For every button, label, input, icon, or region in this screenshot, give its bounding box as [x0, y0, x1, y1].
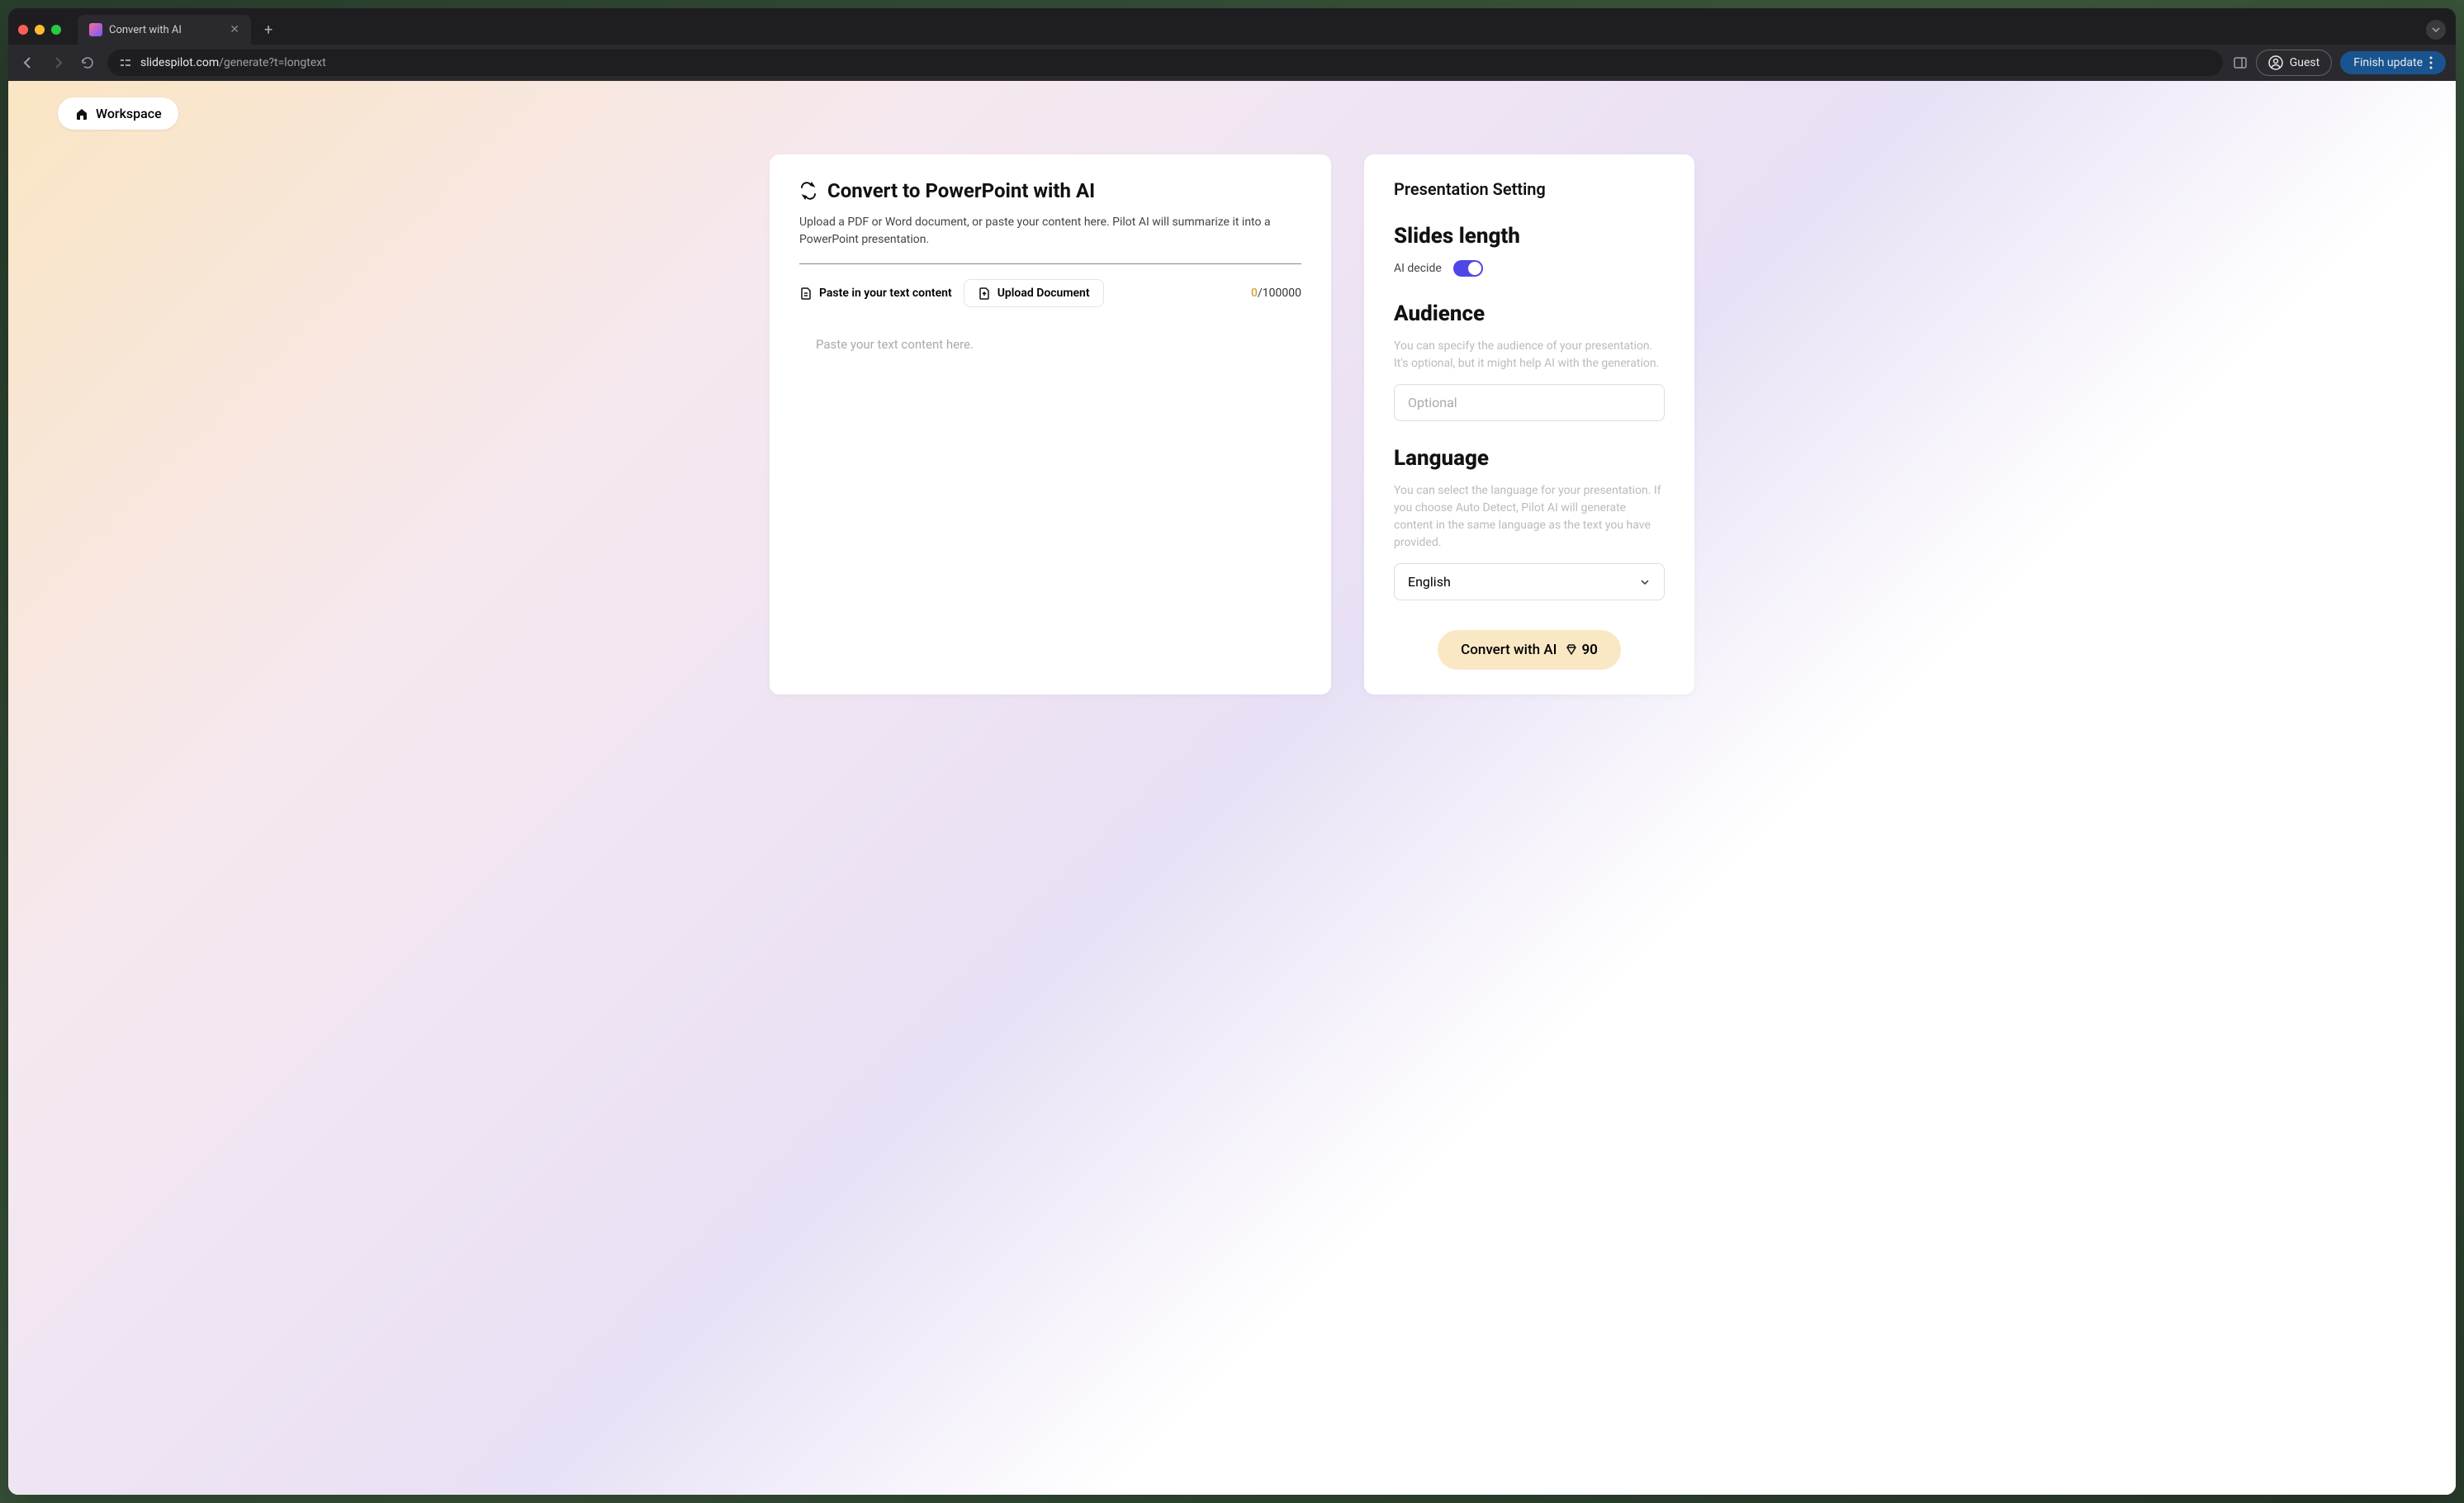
document-icon [799, 287, 813, 300]
page-subtitle: Upload a PDF or Word document, or paste … [799, 214, 1301, 249]
url-field[interactable]: slidespilot.com/generate?t=longtext [107, 50, 2223, 76]
language-select[interactable]: English [1394, 563, 1665, 600]
close-window-button[interactable] [18, 25, 28, 35]
workspace-label: Workspace [96, 106, 162, 121]
window-controls [18, 25, 61, 35]
url-bar: slidespilot.com/generate?t=longtext Gues… [8, 45, 2456, 81]
convert-label: Convert with AI [1461, 642, 1557, 658]
back-button[interactable] [18, 53, 38, 73]
convert-panel: Convert to PowerPoint with AI Upload a P… [770, 154, 1331, 695]
input-method-tabs: Paste in your text content Upload Docume… [799, 279, 1301, 307]
site-settings-icon[interactable] [119, 56, 132, 69]
profile-button[interactable]: Guest [2256, 50, 2332, 76]
chevron-down-icon [1639, 576, 1651, 588]
reload-button[interactable] [78, 53, 97, 73]
convert-cost: 90 [1565, 642, 1597, 658]
workspace-button[interactable]: Workspace [58, 97, 178, 130]
character-count: 0/100000 [1251, 287, 1301, 300]
content-textarea[interactable] [799, 320, 1301, 634]
browser-tab[interactable]: Convert with AI ✕ [78, 15, 251, 45]
toggle-knob [1468, 262, 1481, 275]
finish-update-button[interactable]: Finish update [2340, 51, 2446, 74]
page-content: Workspace Convert to PowerPoint with AI … [8, 81, 2456, 1495]
language-section: Language You can select the language for… [1394, 446, 1665, 600]
arrow-right-icon [50, 55, 65, 70]
language-heading: Language [1394, 446, 1665, 471]
user-icon [2268, 55, 2283, 70]
profile-label: Guest [2290, 56, 2319, 69]
more-icon [2429, 56, 2433, 69]
audience-section: Audience You can specify the audience of… [1394, 301, 1665, 421]
finish-update-label: Finish update [2353, 56, 2423, 69]
browser-window: Convert with AI ✕ + slidespilot.com/gene… [8, 8, 2456, 1495]
audience-heading: Audience [1394, 301, 1665, 326]
diamond-icon [1565, 643, 1578, 657]
divider [799, 263, 1301, 264]
tab-bar: Convert with AI ✕ + [8, 8, 2456, 45]
upload-icon [978, 287, 991, 300]
page-title: Convert to PowerPoint with AI [799, 179, 1301, 202]
reload-icon [80, 55, 95, 70]
url-text: slidespilot.com/generate?t=longtext [140, 56, 326, 69]
maximize-window-button[interactable] [51, 25, 61, 35]
audience-input[interactable] [1394, 384, 1665, 421]
close-tab-button[interactable]: ✕ [230, 23, 239, 36]
new-tab-button[interactable]: + [258, 18, 279, 42]
side-panel-button[interactable] [2233, 55, 2248, 70]
upload-document-tab[interactable]: Upload Document [964, 279, 1104, 307]
tab-favicon [89, 23, 102, 36]
language-selected: English [1408, 574, 1451, 590]
tabs-dropdown-button[interactable] [2426, 20, 2446, 40]
language-description: You can select the language for your pre… [1394, 482, 1665, 552]
arrow-left-icon [21, 55, 36, 70]
convert-icon [799, 182, 817, 200]
ai-decide-label: AI decide [1394, 262, 1442, 275]
home-icon [74, 107, 89, 121]
tab-title: Convert with AI [109, 24, 223, 36]
audience-description: You can specify the audience of your pre… [1394, 338, 1665, 372]
slides-length-section: Slides length AI decide [1394, 224, 1665, 277]
paste-text-tab[interactable]: Paste in your text content [799, 280, 952, 306]
forward-button[interactable] [48, 53, 68, 73]
settings-title: Presentation Setting [1394, 179, 1665, 199]
minimize-window-button[interactable] [35, 25, 45, 35]
convert-button[interactable]: Convert with AI 90 [1438, 630, 1621, 670]
chevron-down-icon [2431, 25, 2441, 35]
slides-length-heading: Slides length [1394, 224, 1665, 249]
settings-panel: Presentation Setting Slides length AI de… [1364, 154, 1694, 695]
ai-decide-toggle[interactable] [1453, 260, 1483, 277]
